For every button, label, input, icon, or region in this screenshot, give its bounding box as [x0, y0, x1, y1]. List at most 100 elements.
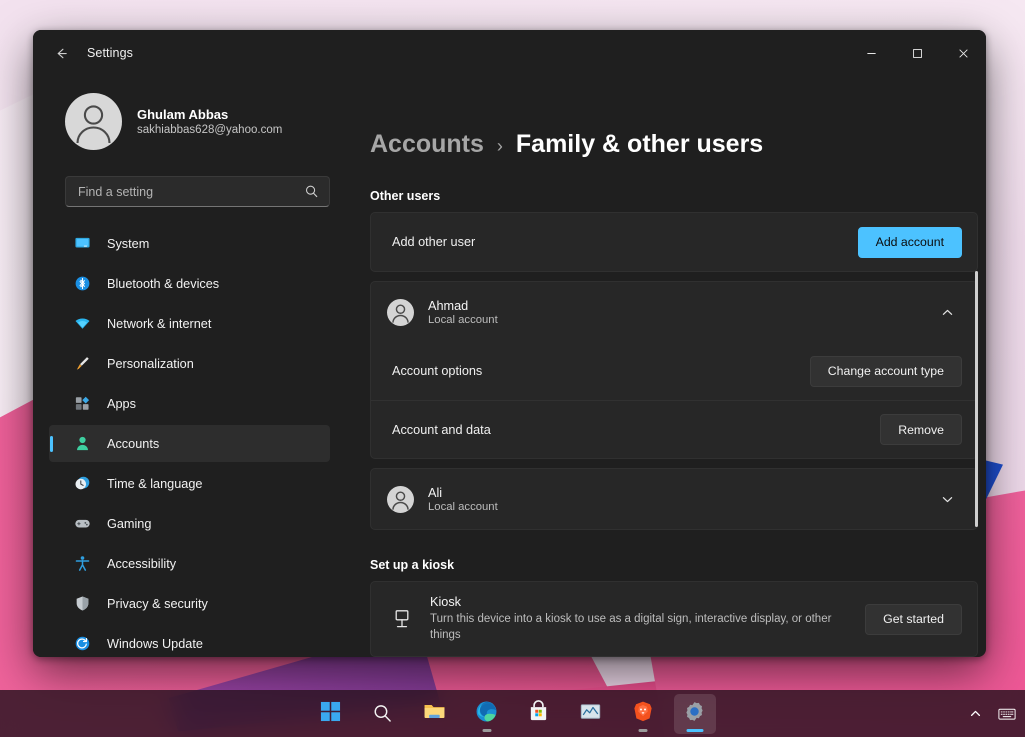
sidebar: Ghulam Abbas sakhiabbas628@yahoo.com Fin…	[33, 76, 346, 657]
sidebar-item-accounts[interactable]: Accounts	[49, 425, 330, 462]
settings-window: Settings Ghulam Abbas sakhiabbas628@yaho…	[33, 30, 986, 657]
shield-icon	[73, 595, 91, 613]
add-other-user-row: Add other user Add account	[371, 213, 977, 271]
account-and-data-label: Account and data	[392, 422, 491, 437]
search-box[interactable]	[65, 176, 330, 207]
update-refresh-icon	[73, 635, 91, 653]
wifi-icon	[73, 315, 91, 333]
account-and-data-row: Account and data Remove	[371, 400, 977, 458]
chevron-up-icon[interactable]	[932, 297, 962, 327]
account-header-ali[interactable]: Ali Local account	[371, 469, 977, 529]
sidebar-item-personalization[interactable]: Personalization	[49, 345, 330, 382]
person-icon	[73, 435, 91, 453]
sidebar-item-gaming[interactable]: Gaming	[49, 505, 330, 542]
keyboard-tray-button[interactable]	[993, 698, 1021, 730]
taskbar-edge-button[interactable]	[466, 694, 508, 734]
chevron-up-icon	[969, 707, 982, 720]
add-other-user-label: Add other user	[392, 235, 476, 249]
taskbar-search-button[interactable]	[362, 694, 404, 734]
back-button[interactable]	[44, 38, 78, 68]
change-account-type-button[interactable]: Change account type	[809, 355, 962, 387]
clock-icon	[73, 475, 91, 493]
window-controls	[848, 30, 986, 76]
profile-name: Ghulam Abbas	[137, 106, 229, 122]
show-hidden-icons-button[interactable]	[961, 698, 989, 730]
sidebar-item-label: Gaming	[107, 516, 152, 531]
account-type: Local account	[428, 500, 498, 513]
kiosk-get-started-button[interactable]: Get started	[865, 603, 962, 635]
sidebar-item-label: Accounts	[107, 436, 160, 451]
kiosk-display-icon	[390, 607, 414, 631]
gamepad-icon	[73, 515, 91, 533]
chevron-down-icon[interactable]	[932, 484, 962, 514]
sidebar-item-windows-update[interactable]: Windows Update	[49, 625, 330, 657]
sidebar-item-bluetooth-devices[interactable]: Bluetooth & devices	[49, 265, 330, 302]
account-card-ali: Ali Local account	[370, 468, 978, 530]
window-titlebar: Settings	[33, 30, 986, 76]
maximize-button[interactable]	[894, 30, 940, 76]
breadcrumb: Accounts › Family & other users	[370, 76, 986, 159]
search-icon	[372, 703, 393, 724]
kiosk-card: Kiosk Turn this device into a kiosk to u…	[370, 581, 978, 657]
accessibility-icon	[73, 555, 91, 573]
search-input[interactable]	[78, 184, 304, 199]
breadcrumb-parent[interactable]: Accounts	[370, 130, 484, 159]
sidebar-item-label: System	[107, 236, 150, 251]
sidebar-item-label: Network & internet	[107, 316, 212, 331]
account-card-ahmad: Ahmad Local account Account options Chan	[370, 281, 978, 459]
sidebar-item-privacy-security[interactable]: Privacy & security	[49, 585, 330, 622]
avatar	[387, 485, 414, 513]
gear-icon	[683, 700, 706, 728]
sidebar-item-label: Apps	[107, 396, 136, 411]
breadcrumb-separator-icon: ›	[496, 136, 503, 156]
keyboard-icon	[998, 707, 1016, 721]
account-header-ahmad[interactable]: Ahmad Local account	[371, 282, 977, 342]
paintbrush-icon	[73, 355, 91, 373]
main-scrollbar[interactable]	[975, 271, 978, 527]
add-account-button[interactable]: Add account	[857, 226, 962, 258]
taskbar-settings-button[interactable]	[673, 693, 716, 734]
taskbar-start-button[interactable]	[310, 694, 352, 734]
window-body: Ghulam Abbas sakhiabbas628@yahoo.com Fin…	[33, 76, 986, 657]
chart-picture-icon	[579, 700, 602, 728]
sidebar-item-apps[interactable]: Apps	[49, 385, 330, 422]
sidebar-item-system[interactable]: System	[49, 225, 330, 262]
sidebar-item-label: Windows Update	[107, 636, 203, 651]
sidebar-item-label: Personalization	[107, 356, 194, 371]
app-title: Settings	[87, 46, 133, 60]
sidebar-item-label: Time & language	[107, 476, 203, 491]
windows-logo-icon	[320, 701, 341, 727]
bluetooth-icon	[73, 275, 91, 293]
taskbar-file-explorer-button[interactable]	[414, 694, 456, 734]
main-content: Accounts › Family & other users Other us…	[346, 76, 986, 657]
apps-grid-icon	[73, 395, 91, 413]
remove-account-button[interactable]: Remove	[880, 414, 962, 445]
monitor-icon	[73, 235, 91, 253]
account-name: Ahmad	[428, 298, 469, 313]
sidebar-nav: System Bluetooth & devices Network & int…	[49, 225, 330, 657]
profile-text: Ghulam Abbas sakhiabbas628@yahoo.com	[137, 107, 282, 136]
kiosk-row: Kiosk Turn this device into a kiosk to u…	[371, 582, 977, 656]
taskbar-microsoft-store-button[interactable]	[518, 694, 560, 734]
account-text: Ali Local account	[428, 486, 498, 513]
account-options-row: Account options Change account type	[371, 342, 977, 400]
section-title-kiosk: Set up a kiosk	[370, 558, 455, 572]
taskbar-graph-app-button[interactable]	[570, 694, 612, 734]
store-icon	[527, 699, 550, 728]
edge-icon	[475, 700, 498, 728]
avatar	[387, 298, 414, 326]
user-profile[interactable]: Ghulam Abbas sakhiabbas628@yahoo.com	[49, 76, 330, 154]
sidebar-item-label: Accessibility	[107, 556, 177, 571]
sidebar-item-network-internet[interactable]: Network & internet	[49, 305, 330, 342]
taskbar-brave-button[interactable]	[622, 694, 664, 734]
sidebar-item-label: Privacy & security	[107, 596, 208, 611]
kiosk-description: Turn this device into a kiosk to use as …	[430, 613, 832, 641]
minimize-button[interactable]	[848, 30, 894, 76]
page-title: Family & other users	[515, 130, 764, 158]
search-icon	[304, 184, 319, 199]
close-button[interactable]	[940, 30, 986, 76]
sidebar-item-time-language[interactable]: Time & language	[49, 465, 330, 502]
sidebar-item-accessibility[interactable]: Accessibility	[49, 545, 330, 582]
account-options-label: Account options	[392, 364, 483, 378]
folder-icon	[423, 700, 446, 728]
